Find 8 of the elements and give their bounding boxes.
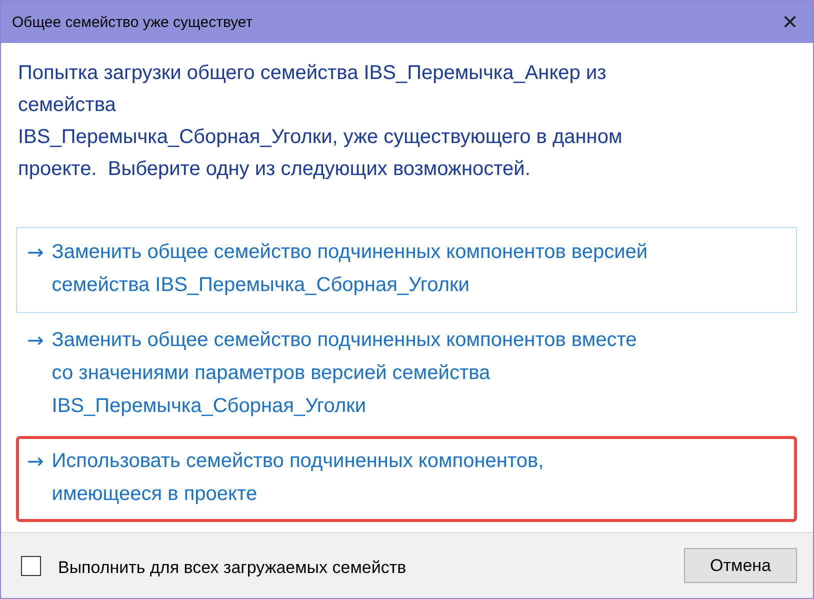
cancel-button[interactable]: Отмена <box>684 548 797 583</box>
checkbox-label: Выполнить для всех загружаемых семейств <box>58 558 406 578</box>
checkbox[interactable] <box>21 556 41 576</box>
close-button[interactable]: ✕ <box>767 1 813 43</box>
command-link[interactable]: → Заменить общее семейство подчиненных компонентов версией семейства IBS_Перемычка_Сборная_Уголки <box>16 227 797 313</box>
command-link[interactable]: → Использовать семейство подчиненных компонентов, имеющееся в проекте <box>16 436 797 522</box>
instruction-text: Попытка загрузки общего семейства IBS_Перемычка_Анкер из семейства IBS_Перемычка_Сборная_Уголки, уже существующего в данном проекте. Выберите одну из следующих возможностей. <box>18 61 624 182</box>
window-title: Общее семейство уже существует <box>12 14 253 30</box>
